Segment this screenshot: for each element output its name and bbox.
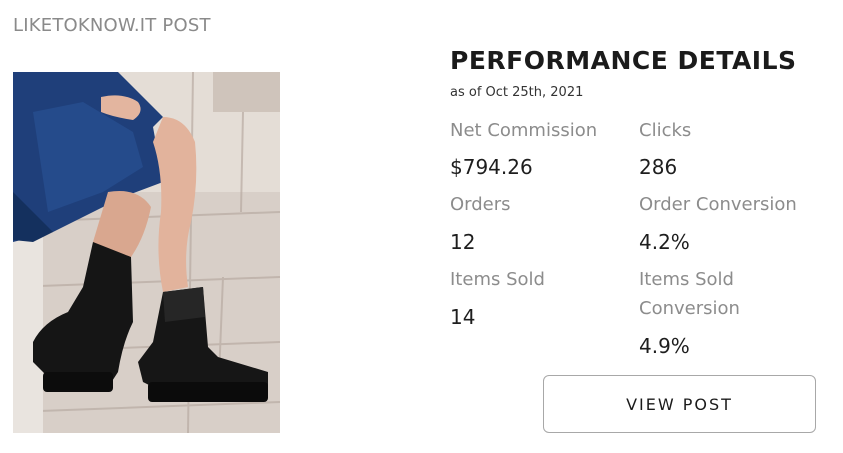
items-sold-conversion-label-line1: Items Sold [639, 269, 734, 290]
items-sold-conversion-value: 4.9% [639, 334, 690, 358]
post-image[interactable] [13, 72, 280, 433]
net-commission-label: Net Commission [450, 120, 598, 141]
orders-label: Orders [450, 194, 511, 215]
order-conversion-value: 4.2% [639, 230, 690, 254]
net-commission-value: $794.26 [450, 155, 533, 179]
items-sold-conversion-label-line2: Conversion [639, 298, 740, 319]
section-label: LIKETOKNOW.IT POST [13, 15, 211, 36]
performance-title: PERFORMANCE DETAILS [450, 46, 797, 75]
clicks-label: Clicks [639, 120, 692, 141]
view-post-button[interactable]: VIEW POST [543, 375, 816, 433]
clicks-value: 286 [639, 155, 678, 179]
orders-value: 12 [450, 230, 476, 254]
items-sold-value: 14 [450, 305, 476, 329]
items-sold-label: Items Sold [450, 269, 545, 290]
as-of-date: as of Oct 25th, 2021 [450, 85, 584, 100]
order-conversion-label: Order Conversion [639, 194, 797, 215]
post-photo-illustration [13, 72, 280, 433]
